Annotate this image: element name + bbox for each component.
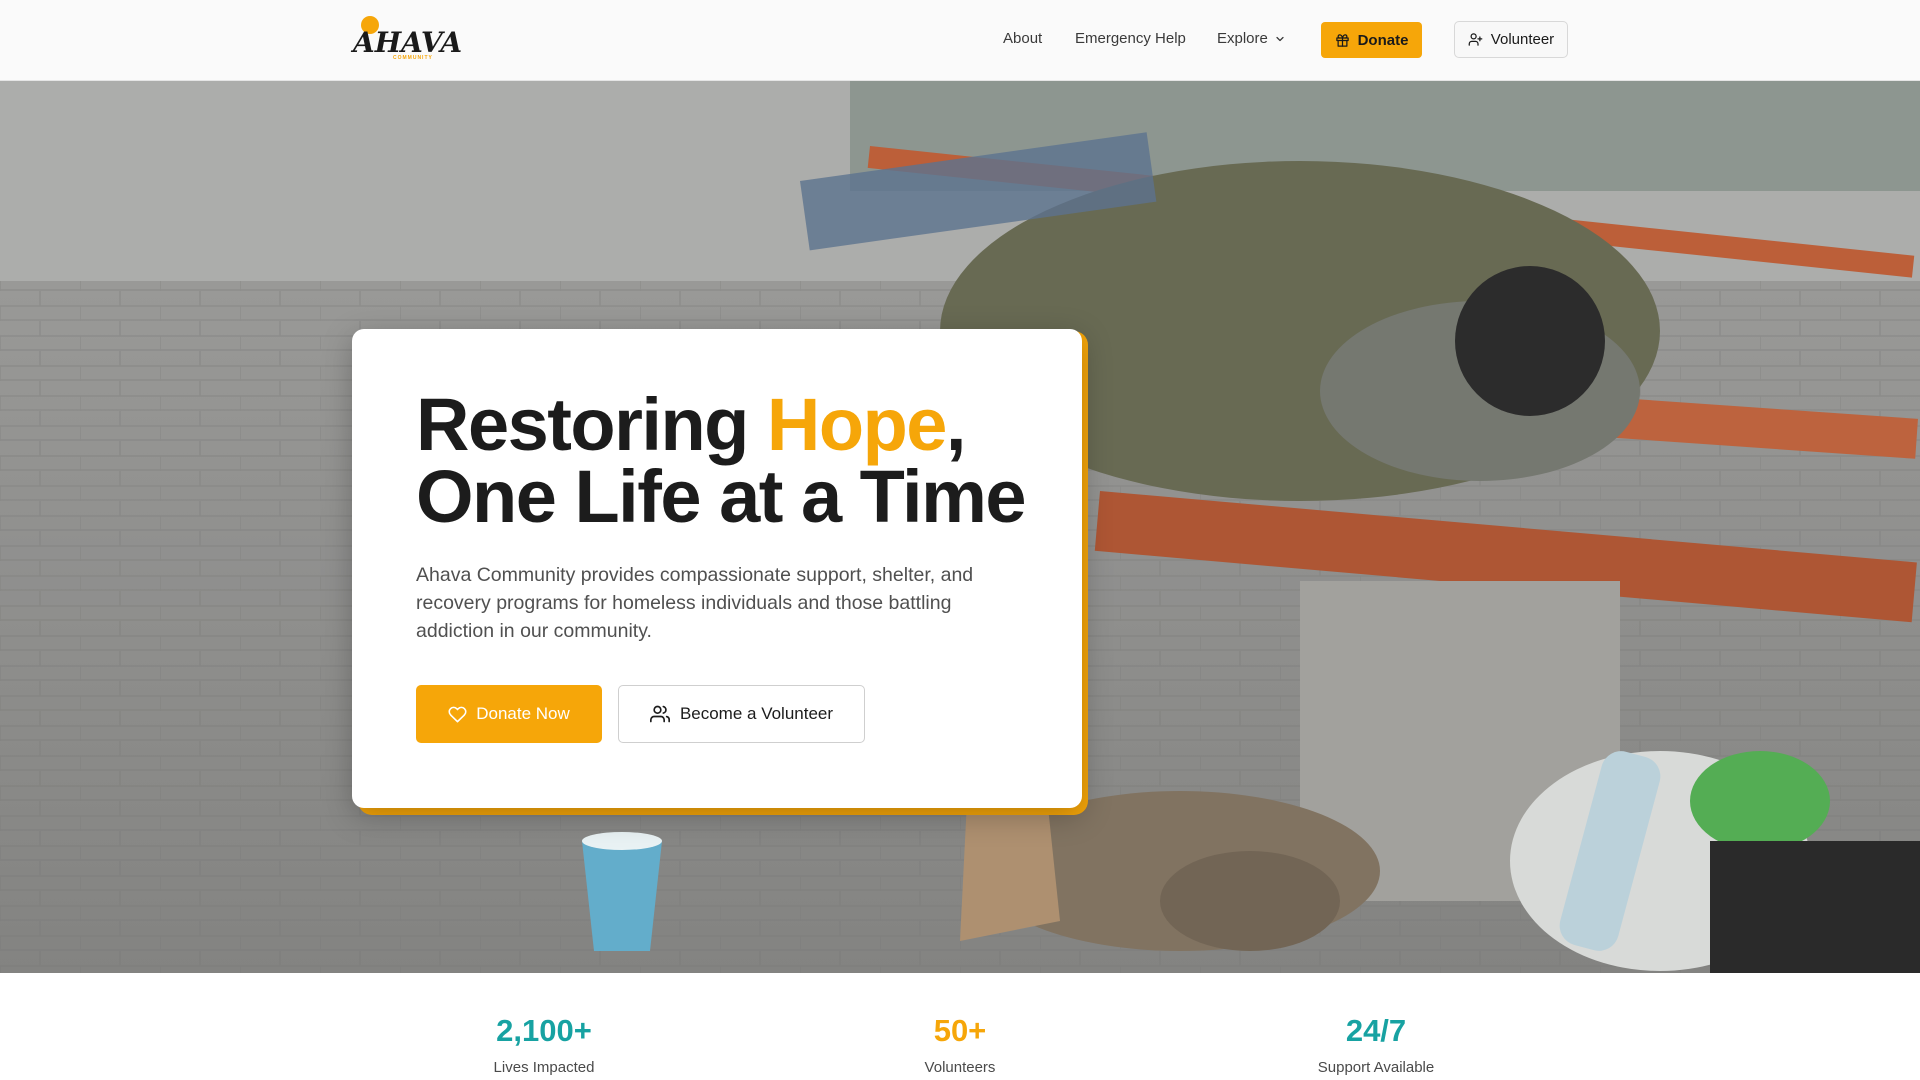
nav-emergency-help[interactable]: Emergency Help (1075, 30, 1186, 47)
donate-button[interactable]: Donate (1321, 22, 1422, 58)
gift-icon (1335, 33, 1349, 47)
hero-title-part2: , (945, 383, 967, 466)
stat-label: Support Available (1317, 1059, 1435, 1076)
stat-value: 50+ (933, 1013, 987, 1048)
users-icon (649, 705, 670, 723)
hero-card: Restoring Hope, One Life at a Time Ahava… (352, 329, 1082, 808)
become-volunteer-label: Become a Volunteer (679, 704, 834, 723)
brand-logo[interactable]: AHAVA COMMUNITY (353, 16, 462, 62)
user-plus-icon (1468, 33, 1483, 46)
stat-support-available: 24/7 Support Available (1246, 1013, 1506, 1076)
donate-now-button[interactable]: Donate Now (416, 685, 602, 743)
site-header: AHAVA COMMUNITY About Emergency Help Exp… (0, 0, 1920, 81)
stats-section: 2,100+ Lives Impacted 50+ Volunteers 24/… (0, 973, 1920, 1080)
stat-lives-impacted: 2,100+ Lives Impacted (414, 1013, 674, 1076)
volunteer-button-label: Volunteer (1490, 31, 1555, 48)
donate-button-label: Donate (1357, 31, 1409, 49)
nav-about[interactable]: About (1003, 30, 1042, 47)
hero-title-line2: One Life at a Time (416, 455, 1027, 538)
hero-title-accent: Hope (766, 383, 948, 466)
chevron-down-icon (1276, 36, 1284, 41)
stat-label: Lives Impacted (493, 1059, 595, 1076)
become-volunteer-button[interactable]: Become a Volunteer (618, 685, 865, 743)
hero-section: Restoring Hope, One Life at a Time Ahava… (0, 81, 1920, 973)
nav-explore-label: Explore (1217, 30, 1268, 47)
stat-value: 24/7 (1345, 1013, 1407, 1048)
brand-tagline: COMMUNITY (393, 55, 433, 61)
volunteer-button[interactable]: Volunteer (1454, 21, 1568, 58)
hero-title-part1: Restoring (416, 383, 767, 466)
nav-explore[interactable]: Explore (1217, 30, 1286, 47)
heart-icon (448, 706, 467, 722)
stat-label: Volunteers (924, 1059, 996, 1076)
stat-value: 2,100+ (496, 1013, 592, 1048)
donate-now-label: Donate Now (476, 704, 570, 723)
stat-volunteers: 50+ Volunteers (830, 1013, 1090, 1076)
hero-description: Ahava Community provides compassionate s… (416, 564, 974, 642)
hero-title: Restoring Hope, One Life at a Time (416, 388, 1027, 534)
